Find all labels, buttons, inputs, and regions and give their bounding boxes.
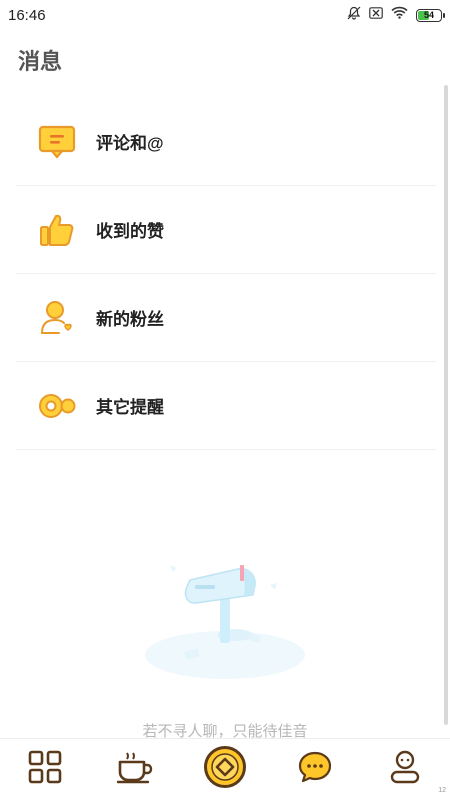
bottom-tab-bar xyxy=(0,738,450,800)
tab-grid[interactable] xyxy=(20,745,70,795)
message-category-list: 评论和@ 收到的赞 新的粉丝 其它提醒 xyxy=(16,98,436,450)
menu-item-comments[interactable]: 评论和@ xyxy=(16,98,436,186)
tab-center[interactable] xyxy=(200,745,250,795)
menu-item-label: 收到的赞 xyxy=(96,222,164,241)
profile-icon xyxy=(388,749,422,790)
chat-bubble-icon xyxy=(297,750,333,789)
corner-number: 12 xyxy=(438,787,446,794)
mailbox-illustration xyxy=(140,555,310,685)
status-time: 16:46 xyxy=(8,6,46,24)
center-diamond-icon xyxy=(203,745,247,794)
status-icons: 54 xyxy=(347,6,445,25)
page-title: 消息 xyxy=(18,49,63,74)
thumbs-up-icon xyxy=(36,209,78,251)
tab-messages[interactable] xyxy=(290,745,340,795)
wifi-icon xyxy=(391,6,408,24)
sim-off-icon xyxy=(369,6,383,24)
coffee-cup-icon xyxy=(116,750,154,789)
grid-icon xyxy=(28,750,62,789)
menu-item-other-reminders[interactable]: 其它提醒 xyxy=(16,362,436,450)
battery-icon: 54 xyxy=(416,8,445,22)
mute-icon xyxy=(347,6,361,25)
menu-item-new-followers[interactable]: 新的粉丝 xyxy=(16,274,436,362)
comment-icon xyxy=(36,121,78,163)
menu-item-label: 其它提醒 xyxy=(96,398,164,417)
menu-item-label: 评论和@ xyxy=(96,134,164,153)
status-bar: 16:46 54 xyxy=(0,0,450,30)
menu-item-likes[interactable]: 收到的赞 xyxy=(16,186,436,274)
new-follower-icon xyxy=(36,297,78,339)
tab-coffee[interactable] xyxy=(110,745,160,795)
other-reminder-icon xyxy=(36,385,78,427)
menu-item-label: 新的粉丝 xyxy=(96,310,164,329)
battery-level: 54 xyxy=(423,10,434,20)
scrollbar[interactable] xyxy=(444,85,448,725)
tab-profile[interactable] xyxy=(380,745,430,795)
